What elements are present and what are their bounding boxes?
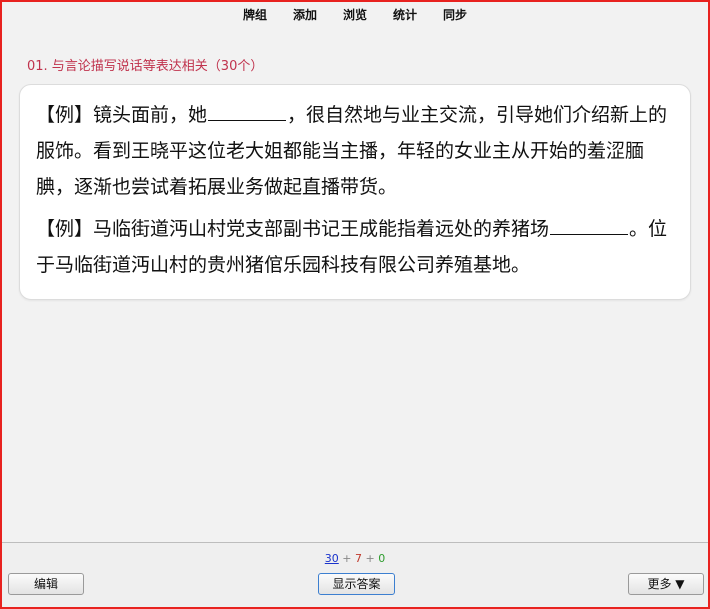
- new-count: 30: [324, 552, 339, 565]
- edit-button[interactable]: 编辑: [8, 573, 84, 595]
- due-counts: 30 + 7 + 0: [2, 552, 708, 565]
- example-1-text-before-blank: 【例】镜头面前，她: [36, 104, 208, 126]
- deck-title: 01. 与言论描写说话等表达相关（30个）: [27, 59, 264, 74]
- card-front: 【例】镜头面前，她 ，很自然地与业主交流，引导她们介绍新上的服饰。看到王晓平这位老…: [19, 84, 691, 300]
- nav-browse[interactable]: 浏览: [330, 2, 380, 30]
- nav-sync[interactable]: 同步: [430, 2, 480, 30]
- nav-add[interactable]: 添加: [280, 2, 330, 30]
- count-separator-1: +: [338, 552, 355, 565]
- example-2-text-before-blank: 【例】马临街道沔山村党支部副书记王成能指着远处的养猪场: [36, 218, 550, 240]
- fill-in-blank-1: [208, 99, 287, 121]
- app-window: 牌组 添加 浏览 统计 同步 01. 与言论描写说话等表达相关（30个） 【例】…: [0, 0, 710, 609]
- show-answer-button[interactable]: 显示答案: [318, 573, 395, 595]
- nav-decks[interactable]: 牌组: [230, 2, 280, 30]
- bottom-bar: 30 + 7 + 0 编辑 显示答案 更多 ▼: [2, 543, 708, 607]
- more-button[interactable]: 更多 ▼: [628, 573, 704, 595]
- example-sentence-2: 【例】马临街道沔山村党支部副书记王成能指着远处的养猪场 。位于马临街道沔山村的贵州…: [36, 211, 674, 283]
- learning-count: 7: [355, 552, 362, 565]
- nav-stats[interactable]: 统计: [380, 2, 430, 30]
- count-separator-2: +: [362, 552, 379, 565]
- top-nav: 牌组 添加 浏览 统计 同步: [2, 2, 708, 30]
- example-sentence-1: 【例】镜头面前，她 ，很自然地与业主交流，引导她们介绍新上的服饰。看到王晓平这位老…: [36, 97, 674, 205]
- fill-in-blank-2: [550, 213, 629, 235]
- review-area: 01. 与言论描写说话等表达相关（30个） 【例】镜头面前，她 ，很自然地与业主交…: [2, 30, 708, 542]
- review-count: 0: [378, 552, 386, 565]
